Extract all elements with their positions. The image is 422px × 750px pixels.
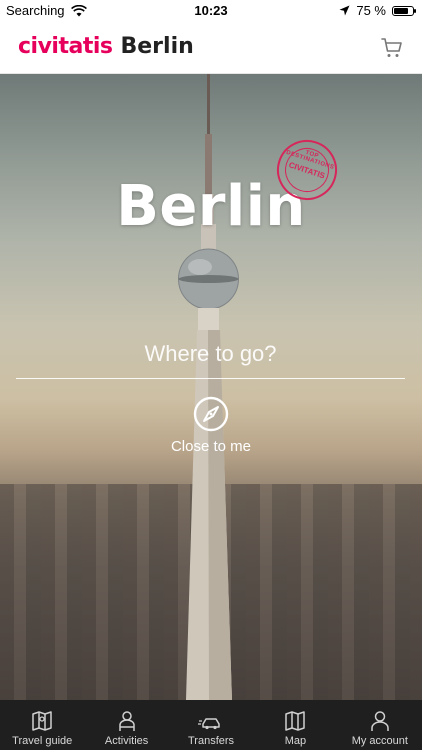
shopping-cart-icon	[381, 38, 402, 57]
tab-travel-guide[interactable]: Travel guide	[0, 700, 84, 750]
compass-icon	[193, 396, 229, 432]
tab-label: Activities	[104, 735, 149, 747]
tab-my-account[interactable]: My account	[338, 700, 422, 750]
tab-transfers[interactable]: Transfers	[169, 700, 253, 750]
brand[interactable]: civitatis Berlin	[18, 34, 194, 59]
battery-fill	[394, 7, 408, 14]
brand-logo: civitatis	[18, 34, 113, 59]
app-header: civitatis Berlin	[0, 22, 422, 74]
close-to-me-label: Close to me	[170, 438, 252, 455]
tab-map[interactable]: Map	[253, 700, 337, 750]
tab-label: Transfers	[187, 735, 235, 747]
battery-icon	[392, 5, 416, 16]
cart-button[interactable]	[380, 36, 404, 60]
tab-activities[interactable]: Activities	[84, 700, 168, 750]
user-icon	[371, 711, 389, 731]
brand-city: Berlin	[120, 34, 194, 59]
tab-label: Map	[284, 735, 307, 747]
tab-label: Travel guide	[12, 735, 73, 747]
battery-percent: 75 %	[356, 3, 386, 18]
map-icon	[285, 711, 306, 731]
person-icon	[118, 711, 135, 731]
map-book-icon	[32, 711, 52, 731]
destination-search-input[interactable]	[16, 329, 405, 379]
tab-label: My account	[351, 735, 408, 747]
close-to-me-button[interactable]: Close to me	[151, 396, 271, 458]
location-arrow-icon	[339, 5, 350, 16]
tv-tower-image	[178, 74, 239, 700]
car-transfer-icon	[198, 718, 220, 730]
hero-title: Berlin	[116, 174, 306, 239]
bottom-tab-bar: Travel guide Activities Transfers Map My…	[0, 700, 422, 750]
hero-section: Berlin TOP DESTINATIONS CIVITATIS Close …	[0, 74, 422, 700]
status-bar: Searching 10:23 75 %	[0, 0, 422, 22]
status-right: 75 %	[339, 3, 416, 18]
